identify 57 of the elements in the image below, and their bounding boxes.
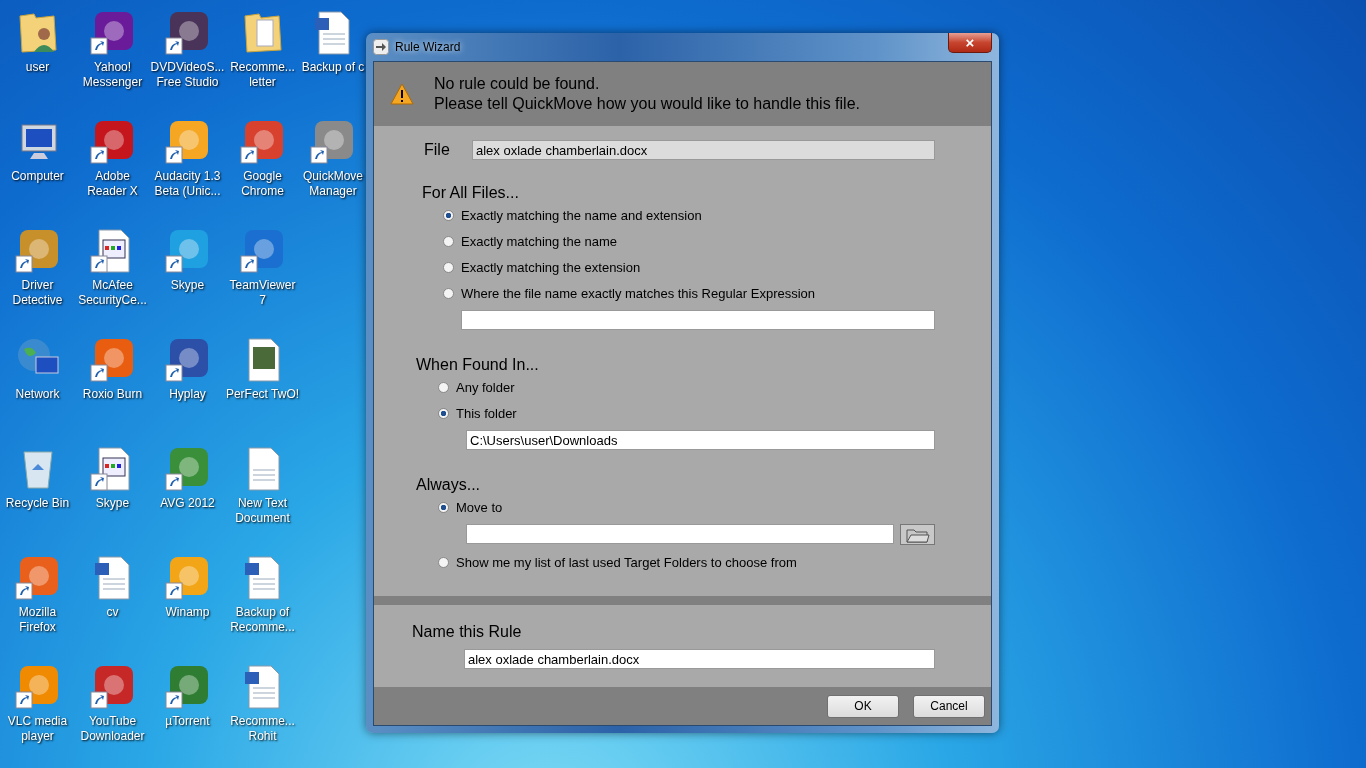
dialog-button[interactable]: Cancel <box>913 694 985 718</box>
icon-label: McAfee SecurityCe... <box>78 278 147 308</box>
section-heading: Name this Rule <box>412 623 523 641</box>
target-folder-field[interactable] <box>466 524 894 544</box>
section-heading: For All Files... <box>422 184 520 202</box>
icon-label: Recomme... letter <box>230 60 295 90</box>
radio-option[interactable]: Exactly matching the name <box>443 228 935 254</box>
icon-label: TeamViewer 7 <box>229 278 296 308</box>
icon-label: Skype <box>95 496 130 511</box>
icon-label: New Text Document <box>235 496 290 526</box>
radio-option[interactable]: Show me my list of last used Target Folders to choose from <box>438 549 935 575</box>
window-title: Rule Wizard <box>395 40 462 54</box>
warning-icon <box>390 83 414 105</box>
radio-option[interactable]: Exactly matching the name and extension <box>443 202 935 228</box>
header-message: No rule could be found. <box>434 74 601 94</box>
icon-label: cv <box>106 605 119 620</box>
file-label: File <box>424 141 451 159</box>
icon-label: Audacity 1.3 Beta (Unic... <box>154 169 221 199</box>
radio-option[interactable]: This folder <box>438 400 935 426</box>
folder-path-field[interactable]: C:\Users\user\Downloads <box>466 430 935 450</box>
icon-label: QuickMove Manager <box>303 169 363 199</box>
icon-label: Mozilla Firefox <box>18 605 57 635</box>
radio-option[interactable]: Where the file name exactly matches this Regular Expression <box>443 280 935 306</box>
icon-label: Computer <box>11 169 64 184</box>
icon-label: Roxio Burn <box>82 387 143 402</box>
radio-option[interactable]: Move to <box>438 494 935 520</box>
icon-label: user <box>25 60 50 75</box>
icon-label: Backup of c <box>301 60 365 75</box>
rule-name-field[interactable]: alex oxlade chamberlain.docx <box>464 649 935 669</box>
icon-label: Skype <box>170 278 205 293</box>
icon-label: Driver Detective <box>12 278 63 308</box>
icon-label: Google Chrome <box>241 169 284 199</box>
browse-button[interactable] <box>900 524 935 545</box>
header-message: Please tell QuickMove how you would like to handle this file. <box>434 94 860 114</box>
icon-label: VLC media player <box>7 714 68 744</box>
radio-option[interactable]: Any folder <box>438 374 935 400</box>
icon-label: PerFect TwO! <box>225 387 300 402</box>
icon-label: YouTube Downloader <box>80 714 145 744</box>
icon-label: Yahoo! Messenger <box>82 60 143 90</box>
section-heading: When Found In... <box>416 356 540 374</box>
file-field[interactable]: alex oxlade chamberlain.docx <box>472 140 935 160</box>
close-button[interactable]: × <box>948 33 992 53</box>
icon-label: Winamp <box>165 605 210 620</box>
icon-label: Hyplay <box>169 387 206 402</box>
icon-label: Adobe Reader X <box>87 169 138 199</box>
icon-label: DVDVideoS... Free Studio <box>150 60 225 90</box>
dialog-button[interactable]: OK <box>827 694 899 718</box>
icon-label: Recomme... Rohit <box>230 714 295 744</box>
radio-option[interactable]: Exactly matching the extension <box>443 254 935 280</box>
icon-label: Network <box>15 387 60 402</box>
folder-icon <box>905 526 930 543</box>
section-heading: Always... <box>416 476 481 494</box>
icon-label: Recycle Bin <box>5 496 70 511</box>
icon-label: Backup of Recomme... <box>230 605 295 635</box>
icon-label: AVG 2012 <box>160 496 215 511</box>
icon-label: µTorrent <box>165 714 210 729</box>
regex-field[interactable] <box>461 310 935 330</box>
